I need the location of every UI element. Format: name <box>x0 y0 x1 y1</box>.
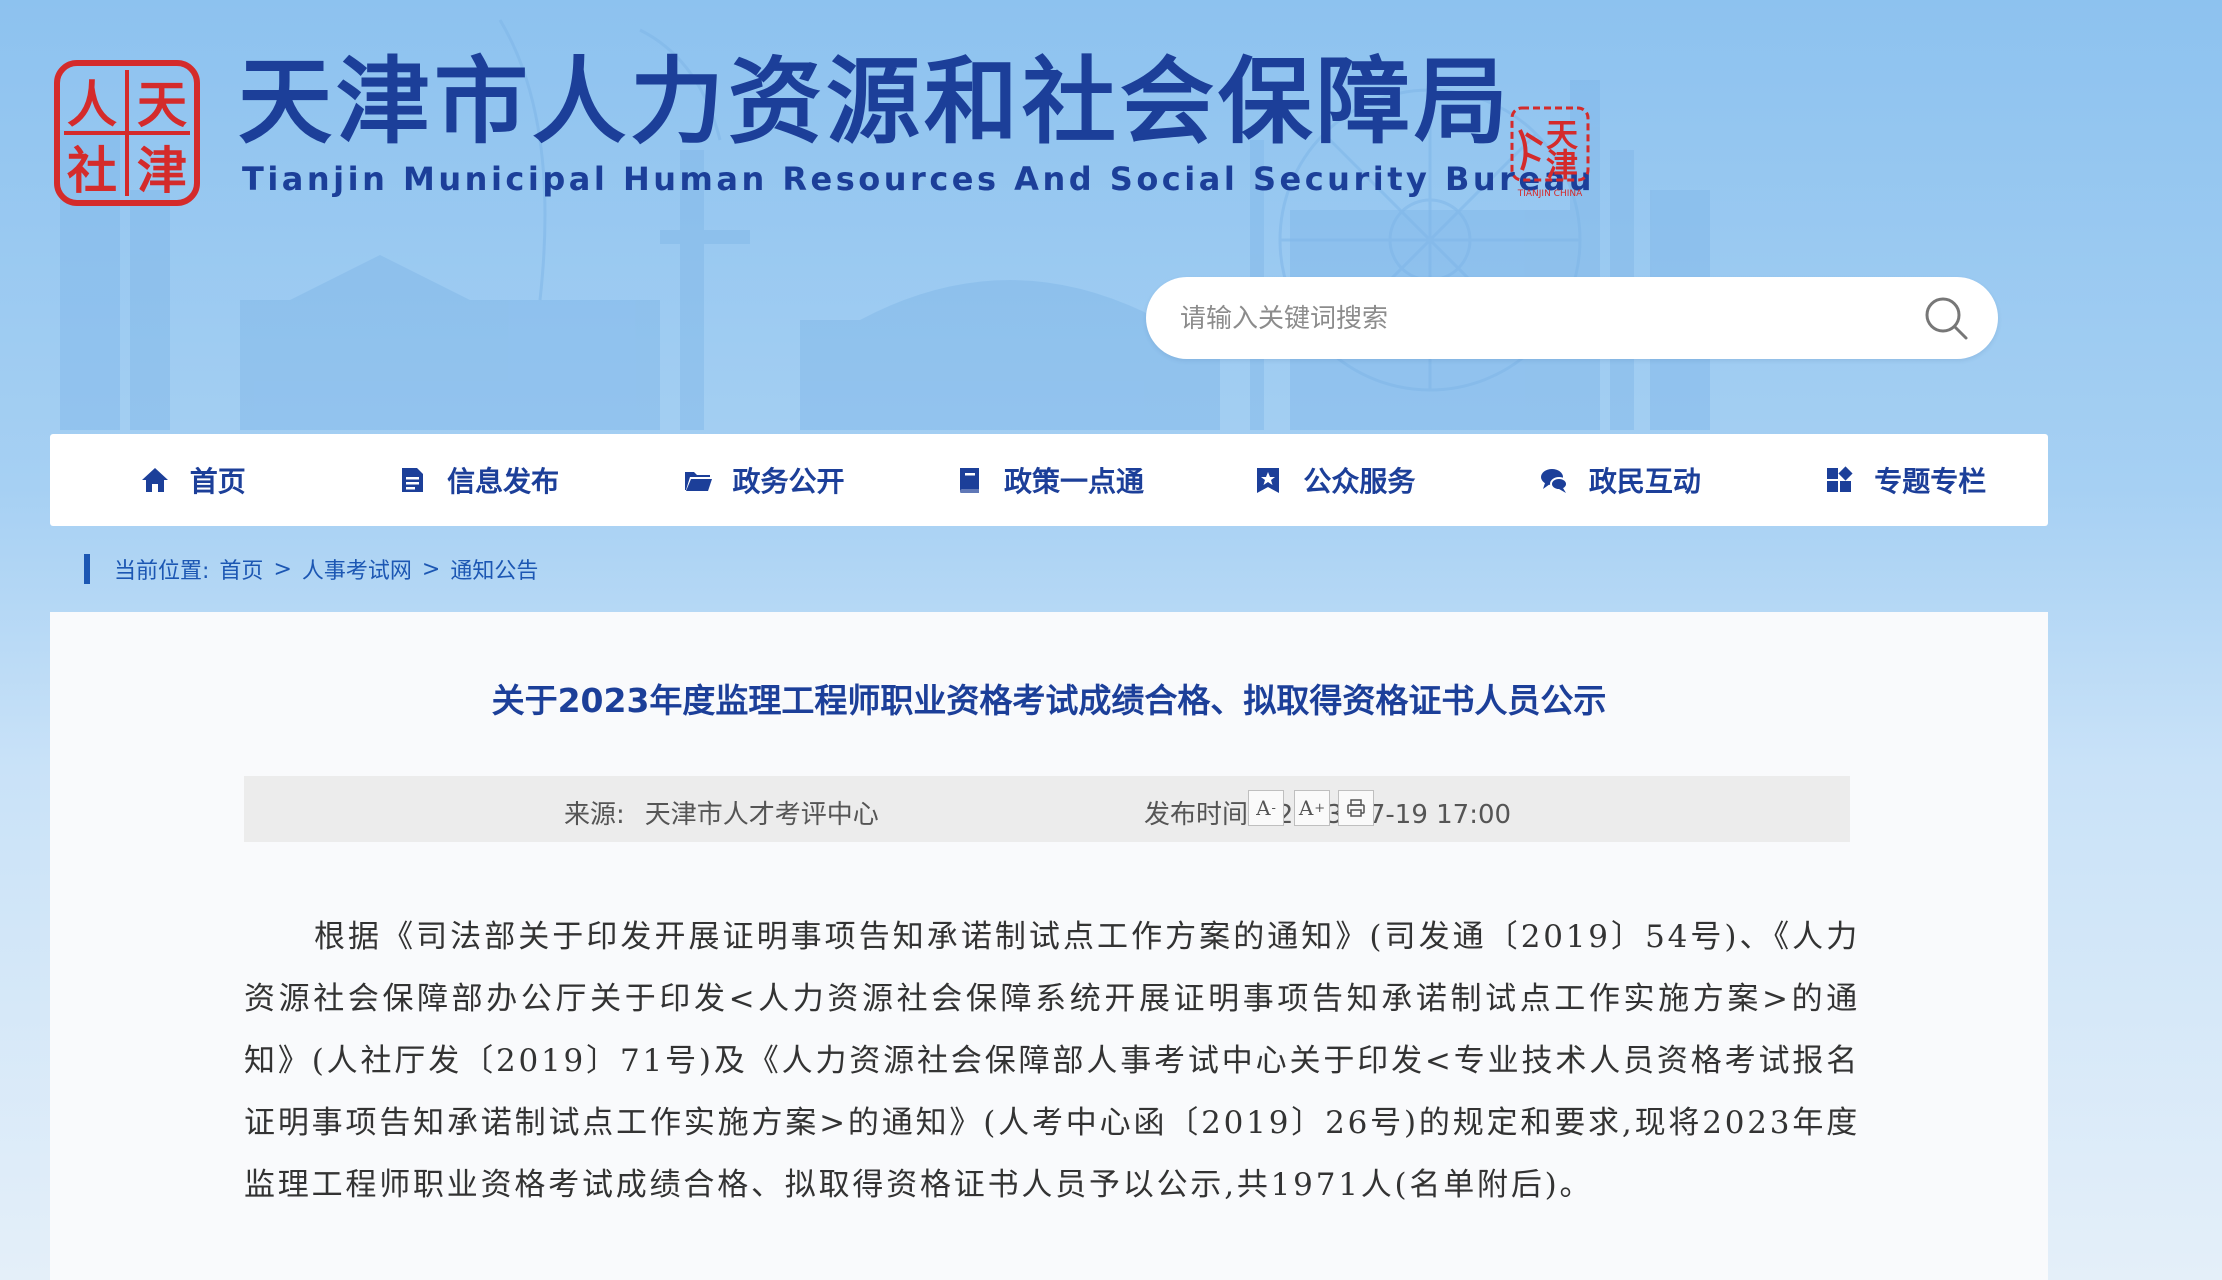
font-increase-button[interactable]: A + <box>1294 790 1330 826</box>
article-source: 来源: 天津市人才考评中心 <box>564 794 879 831</box>
svg-text:天: 天 <box>137 76 187 134</box>
site-logo[interactable]: 人 天 社 津 <box>54 60 200 206</box>
site-title: 天津市人力资源和社会保障局 <box>238 48 1513 157</box>
article-title: 关于2023年度监理工程师职业资格考试成绩合格、拟取得资格证书人员公示 <box>491 681 1607 720</box>
breadcrumb-marker <box>84 554 90 584</box>
article-meta-bar: 来源: 天津市人才考评中心 发布时间: 2023-07-19 17:00 A- A + <box>244 776 1850 842</box>
breadcrumb-separator: > <box>273 556 292 582</box>
chat-icon <box>1540 469 1568 493</box>
nav-item-interaction[interactable]: 政民互动 <box>1477 434 1762 526</box>
nav-item-label: 信息发布 <box>447 465 560 498</box>
home-icon <box>141 468 168 492</box>
printer-icon <box>1347 799 1365 817</box>
article-body: 根据《司法部关于印发开展证明事项告知承诺制试点工作方案的通知》(司发通〔2019… <box>244 919 1861 1203</box>
article-container: 关于2023年度监理工程师职业资格考试成绩合格、拟取得资格证书人员公示 来源: 天… <box>50 612 2048 1280</box>
search-input[interactable] <box>1178 295 1882 343</box>
grid-icon <box>1827 466 1853 492</box>
search-icon[interactable] <box>1922 294 1970 342</box>
breadcrumb-separator: > <box>421 556 441 582</box>
nav-item-label: 政策一点通 <box>1003 465 1144 498</box>
font-increase-mark: + <box>1314 800 1326 816</box>
breadcrumb-lead: 当前位置: <box>114 559 210 584</box>
star-badge-icon <box>1257 468 1280 493</box>
svg-text:津: 津 <box>137 142 187 200</box>
svg-text:人: 人 <box>67 76 117 134</box>
nav-item-home[interactable]: 首页 <box>50 434 335 526</box>
nav-item-label: 首页 <box>189 465 246 498</box>
breadcrumb: 当前位置: 首页 > 人事考试网 > 通知公告 <box>84 554 538 584</box>
breadcrumb-notice-link[interactable]: 通知公告 <box>450 553 538 585</box>
font-decrease-mark: - <box>1271 800 1276 816</box>
nav-item-label: 公众服务 <box>1303 465 1416 498</box>
main-nav: 首页 信息发布 政务公开 政策一点通 公众服务 政民互动 专题专栏 <box>50 434 2048 526</box>
nav-item-special-topics[interactable]: 专题专栏 <box>1763 434 2048 526</box>
document-icon <box>402 468 424 492</box>
nav-item-government-affairs[interactable]: 政务公开 <box>621 434 906 526</box>
search-bar <box>1146 277 1998 359</box>
nav-item-policy[interactable]: 政策一点通 <box>906 434 1191 526</box>
book-icon <box>959 468 979 493</box>
tianjin-seal-logo: 天 津 TIANJIN CHINA <box>1510 106 1590 199</box>
breadcrumb-home-link[interactable]: 首页 <box>219 553 263 585</box>
nav-item-label: 专题专栏 <box>1874 465 1987 498</box>
time-label: 发布时间: <box>1144 800 1257 830</box>
nav-item-label: 政务公开 <box>732 465 845 498</box>
nav-item-info-release[interactable]: 信息发布 <box>335 434 620 526</box>
font-decrease-letter: A <box>1256 796 1271 820</box>
source-value: 天津市人才考评中心 <box>644 800 879 830</box>
breadcrumb-exam-link[interactable]: 人事考试网 <box>302 553 412 585</box>
nav-item-public-service[interactable]: 公众服务 <box>1192 434 1477 526</box>
site-subtitle: Tianjin Municipal Human Resources And So… <box>242 160 1596 198</box>
folder-icon <box>684 472 712 491</box>
font-increase-letter: A <box>1298 796 1314 820</box>
font-decrease-button[interactable]: A- <box>1248 790 1284 826</box>
nav-item-label: 政民互动 <box>1588 465 1701 498</box>
svg-text:社: 社 <box>67 142 117 200</box>
print-button[interactable] <box>1338 790 1374 826</box>
source-label: 来源: <box>564 800 625 830</box>
svg-text:津: 津 <box>1546 146 1578 184</box>
seal-caption: TIANJIN CHINA <box>1517 189 1583 199</box>
